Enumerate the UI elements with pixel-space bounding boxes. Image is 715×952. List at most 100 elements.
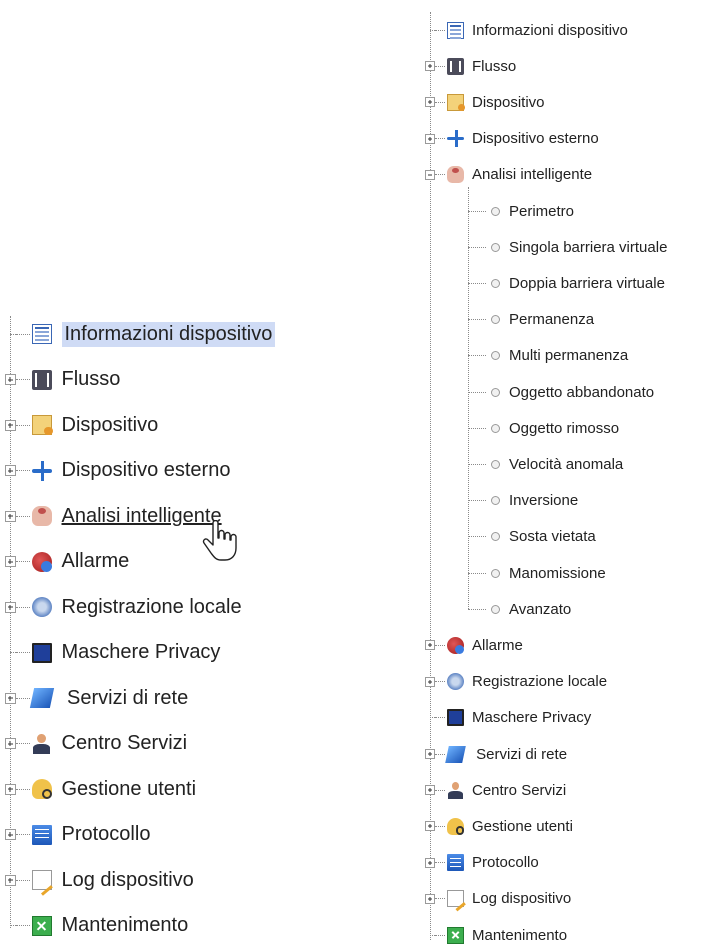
tree-node-log-dispositivo[interactable]: Log dispositivo (425, 886, 571, 912)
tree-node-velocita-anomala[interactable]: Velocità anomala (468, 451, 623, 477)
tree-node-flusso[interactable]: Flusso (4, 365, 121, 395)
tree-node-label: Mantenimento (61, 914, 189, 936)
tree-connector (435, 681, 445, 683)
tree-node-inversione[interactable]: Inversione (468, 488, 578, 514)
alarm-icon (447, 636, 464, 654)
tree-node-label: Avanzato (509, 600, 572, 618)
leaf-dot-icon (491, 496, 500, 506)
expand-toggle-icon[interactable] (425, 749, 435, 759)
tree-node-label: Perimetro (509, 202, 575, 220)
tree-connector (435, 174, 445, 176)
tree-connector (435, 101, 445, 103)
tree-node-label: Dispositivo esterno (472, 130, 599, 148)
expand-toggle-icon[interactable] (4, 556, 16, 567)
expand-toggle-icon[interactable] (425, 893, 435, 904)
tree-node-mantenimento[interactable]: Mantenimento (5, 911, 189, 941)
expand-toggle-icon[interactable] (425, 857, 435, 868)
tree-connector (15, 743, 30, 744)
tree-node-flusso[interactable]: Flusso (425, 53, 516, 79)
expand-toggle-icon[interactable] (425, 61, 435, 72)
tree-node-gestione-utenti[interactable]: Gestione utenti (4, 774, 196, 804)
tree-node-doppia-barriera-virtuale[interactable]: Doppia barriera virtuale (468, 270, 665, 296)
expand-toggle-icon[interactable] (4, 419, 16, 431)
tree-node-servizi-di-rete[interactable]: Servizi di rete (4, 683, 188, 713)
expand-toggle-icon[interactable] (425, 133, 435, 144)
tree-connector (435, 825, 445, 827)
device-icon (31, 415, 53, 435)
tree-node-permanenza[interactable]: Permanenza (468, 307, 594, 333)
expand-toggle-icon[interactable] (4, 783, 16, 795)
tree-connector (468, 282, 486, 284)
expand-toggle-icon[interactable] (425, 97, 435, 108)
tree-node-centro-servizi[interactable]: Centro Servizi (4, 729, 187, 759)
tree-node-label: Gestione utenti (472, 817, 573, 835)
tree-node-registrazione-locale[interactable]: Registrazione locale (425, 669, 607, 695)
expand-toggle-icon[interactable] (425, 785, 435, 796)
tree-node-gestione-utenti[interactable]: Gestione utenti (425, 813, 573, 839)
tree-node-label: Flusso (61, 368, 121, 390)
tree-connector (468, 536, 486, 538)
tree-node-dispositivo-esterno[interactable]: Dispositivo esterno (425, 126, 599, 152)
tree-node-maschere-privacy[interactable]: Maschere Privacy (425, 705, 591, 731)
tree-node-avanzato[interactable]: Avanzato (468, 596, 571, 622)
tree-node-informazioni-dispositivo[interactable]: Informazioni dispositivo (5, 319, 276, 349)
tree-node-label: Oggetto rimosso (509, 419, 620, 437)
collapse-toggle-icon[interactable] (425, 169, 435, 180)
tree-node-label: Dispositivo esterno (61, 459, 231, 481)
expand-toggle-icon[interactable] (425, 676, 435, 687)
tree-node-oggetto-rimosso[interactable]: Oggetto rimosso (468, 415, 619, 441)
tree-node-dispositivo-esterno[interactable]: Dispositivo esterno (4, 456, 231, 486)
tree-node-mantenimento[interactable]: Mantenimento (425, 922, 567, 948)
tree-node-label: Servizi di rete (472, 745, 568, 763)
tree-node-oggetto-abbandonato[interactable]: Oggetto abbandonato (468, 379, 654, 405)
expand-toggle-icon[interactable] (4, 829, 16, 840)
tree-node-allarme[interactable]: Allarme (425, 632, 523, 658)
expand-toggle-icon[interactable] (4, 692, 16, 704)
expand-toggle-icon[interactable] (4, 374, 16, 385)
expand-toggle-icon[interactable] (4, 510, 16, 522)
tree-node-maschere-privacy[interactable]: Maschere Privacy (5, 638, 220, 668)
tree-node-analisi-intelligente[interactable]: Analisi intelligente (4, 501, 222, 531)
tree-connector (15, 515, 30, 517)
expand-toggle-icon[interactable] (4, 874, 16, 886)
local-recording-icon (31, 597, 52, 617)
tree-connector (15, 470, 30, 471)
tree-node-sosta-vietata[interactable]: Sosta vietata (468, 524, 596, 550)
tree-node-protocollo[interactable]: Protocollo (4, 820, 150, 850)
expand-toggle-icon[interactable] (425, 640, 435, 651)
tree-connector (15, 788, 30, 790)
tree-node-dispositivo[interactable]: Dispositivo (4, 410, 158, 440)
user-management-icon (31, 779, 52, 799)
tree-node-label: Informazioni dispositivo (472, 21, 628, 39)
service-center-icon (32, 733, 52, 754)
tree-node-protocollo[interactable]: Protocollo (425, 850, 539, 876)
tree-connector (468, 210, 486, 212)
tree-node-allarme[interactable]: Allarme (4, 547, 130, 577)
privacy-mask-icon (447, 709, 464, 727)
tree-node-manomissione[interactable]: Manomissione (468, 560, 606, 586)
tree-node-analisi-intelligente[interactable]: Analisi intelligente (425, 162, 592, 188)
tree-node-label: Mantenimento (472, 926, 568, 944)
tree-node-label: Allarme (61, 550, 130, 572)
tree-node-servizi-di-rete[interactable]: Servizi di rete (425, 741, 567, 767)
network-services-icon (445, 745, 466, 763)
tree-node-perimetro[interactable]: Perimetro (468, 198, 574, 224)
service-center-icon (447, 781, 464, 799)
tree-connector (435, 29, 445, 31)
tree-node-informazioni-dispositivo[interactable]: Informazioni dispositivo (425, 17, 628, 43)
tree-connector (468, 427, 486, 429)
tree-node-dispositivo[interactable]: Dispositivo (425, 89, 545, 115)
expand-toggle-icon[interactable] (4, 601, 16, 613)
tree-node-log-dispositivo[interactable]: Log dispositivo (4, 865, 194, 895)
tree-node-registrazione-locale[interactable]: Registrazione locale (4, 592, 242, 622)
expand-toggle-icon[interactable] (4, 465, 16, 476)
tree-node-centro-servizi[interactable]: Centro Servizi (425, 777, 566, 803)
tree-node-label: Log dispositivo (61, 868, 194, 891)
tree-node-multi-permanenza[interactable]: Multi permanenza (468, 343, 628, 369)
tree-connector (468, 572, 486, 574)
expand-toggle-icon[interactable] (4, 738, 16, 749)
expand-toggle-icon[interactable] (425, 821, 435, 832)
protocol-icon (31, 824, 52, 845)
tree-node-singola-barriera-virtuale[interactable]: Singola barriera virtuale (468, 234, 667, 260)
tree-connector (435, 138, 445, 140)
